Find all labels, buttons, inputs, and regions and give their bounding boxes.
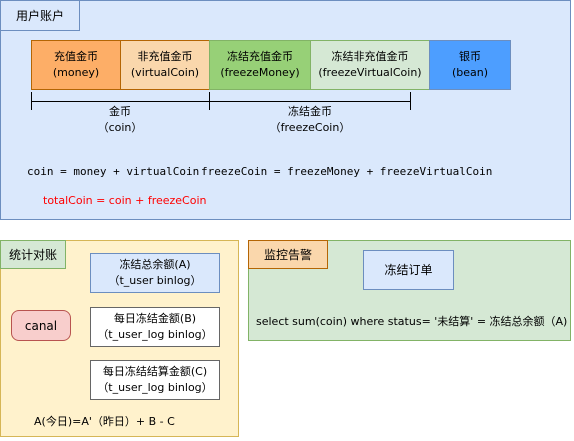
coin-group-label: 金币 （coin） <box>70 104 170 136</box>
bean-cell-label: 银币 <box>459 50 481 63</box>
monitor-title: 监控告警 <box>248 240 328 269</box>
virtual-coin-cell-label: 非充值金币 <box>137 50 193 63</box>
total-coin-formula: totalCoin = coin + freezeCoin <box>43 194 207 207</box>
user-account-title: 用户账户 <box>0 0 80 31</box>
virtual-coin-cell-field: (virtualCoin) <box>130 66 200 79</box>
bean-cell: 银币 (bean) <box>429 40 511 90</box>
freeze-balance-source: （t_user binlog） <box>108 274 202 287</box>
freeze-coin-group-label-en: （freezeCoin） <box>269 121 351 134</box>
freeze-order-box: 冻结订单 <box>363 250 454 290</box>
bean-cell-field: (bean) <box>451 66 489 79</box>
daily-freeze-box: 每日冻结金额(B) （t_user_log binlog） <box>90 307 220 347</box>
daily-settle-box: 每日冻结结算金额(C) （t_user_log binlog） <box>90 360 220 400</box>
daily-settle-source: （t_user_log binlog） <box>97 381 213 394</box>
stats-title: 统计对账 <box>0 240 66 269</box>
virtual-coin-cell: 非充值金币 (virtualCoin) <box>120 40 210 90</box>
freeze-money-cell: 冻结充值金币 (freezeMoney) <box>209 40 311 90</box>
freeze-virtual-coin-cell-field: (freezeVirtualCoin) <box>318 66 422 79</box>
money-cell-label: 充值金币 <box>54 50 98 63</box>
coin-formula: coin = money + virtualCoin <box>27 165 200 178</box>
money-cell-field: (money) <box>52 66 100 79</box>
daily-freeze-source: （t_user_log binlog） <box>97 328 213 341</box>
freeze-coin-group-label: 冻结金币 （freezeCoin） <box>250 104 370 136</box>
freeze-virtual-coin-cell: 冻结非充值金币 (freezeVirtualCoin) <box>310 40 430 90</box>
monitor-sql: select sum(coin) where status= '未结算' = 冻… <box>256 315 568 328</box>
freeze-money-cell-field: (freezeMoney) <box>220 66 300 79</box>
money-cell: 充值金币 (money) <box>31 40 121 90</box>
freeze-balance-box: 冻结总余额(A) （t_user binlog） <box>90 253 220 293</box>
freeze-money-cell-label: 冻结充值金币 <box>227 50 293 63</box>
coin-group-label-cn: 金币 <box>109 105 131 118</box>
freeze-coin-formula: freezeCoin = freezeMoney + freezeVirtual… <box>201 165 493 178</box>
reconcile-formula: A(今日)=A'（昨日）+ B - C <box>34 415 175 428</box>
canal-node: canal <box>11 310 71 341</box>
freeze-virtual-coin-cell-label: 冻结非充值金币 <box>331 50 409 63</box>
freeze-balance-title: 冻结总余额(A) <box>119 258 191 271</box>
coin-group-label-en: （coin） <box>97 121 143 134</box>
daily-settle-title: 每日冻结结算金额(C) <box>102 365 208 378</box>
daily-freeze-title: 每日冻结金额(B) <box>113 312 197 325</box>
freeze-coin-group-label-cn: 冻结金币 <box>288 105 332 118</box>
